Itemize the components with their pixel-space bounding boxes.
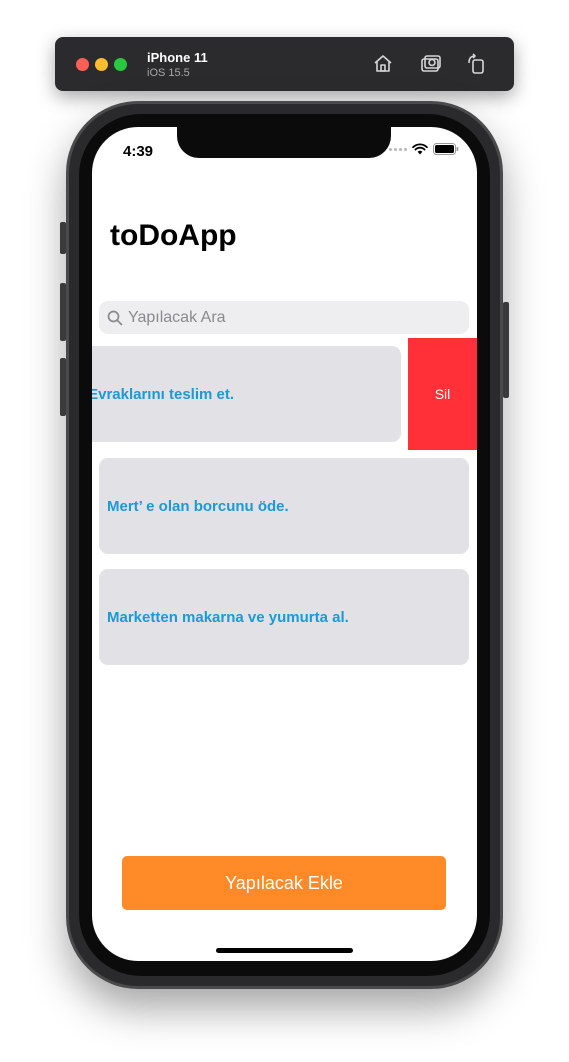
search-icon [107, 310, 123, 326]
todo-item-text: Marketten makarna ve yumurta al. [107, 608, 349, 626]
power-button [503, 302, 509, 398]
todo-item[interactable]: Evraklarını teslim et. [92, 346, 401, 442]
status-time: 4:39 [123, 143, 154, 160]
device-name: iPhone 11 [147, 50, 208, 65]
todo-item[interactable]: Mert’ e olan borcunu öde. [99, 458, 469, 554]
screenshot-icon[interactable] [419, 52, 443, 76]
notch [177, 127, 391, 158]
page-title: toDoApp [110, 219, 237, 252]
delete-button[interactable]: Sil [408, 338, 477, 450]
simulator-toolbar: iPhone 11 iOS 15.5 [55, 37, 514, 91]
delete-button-label: Sil [434, 386, 451, 402]
close-window-button[interactable] [76, 58, 89, 71]
todo-item-text: Evraklarını teslim et. [92, 385, 234, 403]
minimize-window-button[interactable] [95, 58, 108, 71]
search-bar[interactable] [99, 301, 469, 334]
todo-item[interactable]: Marketten makarna ve yumurta al. [99, 569, 469, 665]
battery-icon [433, 143, 459, 155]
add-todo-button[interactable]: Yapılacak Ekle [122, 856, 446, 910]
home-indicator[interactable] [216, 948, 353, 953]
rotate-icon[interactable] [465, 52, 489, 76]
phone-screen: 4:39 toDoApp Evraklarını teslim et. Sil [92, 127, 477, 961]
home-icon[interactable] [371, 52, 395, 76]
todo-item-text: Mert’ e olan borcunu öde. [107, 497, 289, 515]
status-icons [389, 143, 459, 155]
search-input[interactable] [128, 308, 448, 327]
zoom-window-button[interactable] [114, 58, 127, 71]
os-version: iOS 15.5 [147, 67, 190, 79]
signal-dots-icon [389, 147, 407, 151]
wifi-icon [412, 143, 428, 155]
